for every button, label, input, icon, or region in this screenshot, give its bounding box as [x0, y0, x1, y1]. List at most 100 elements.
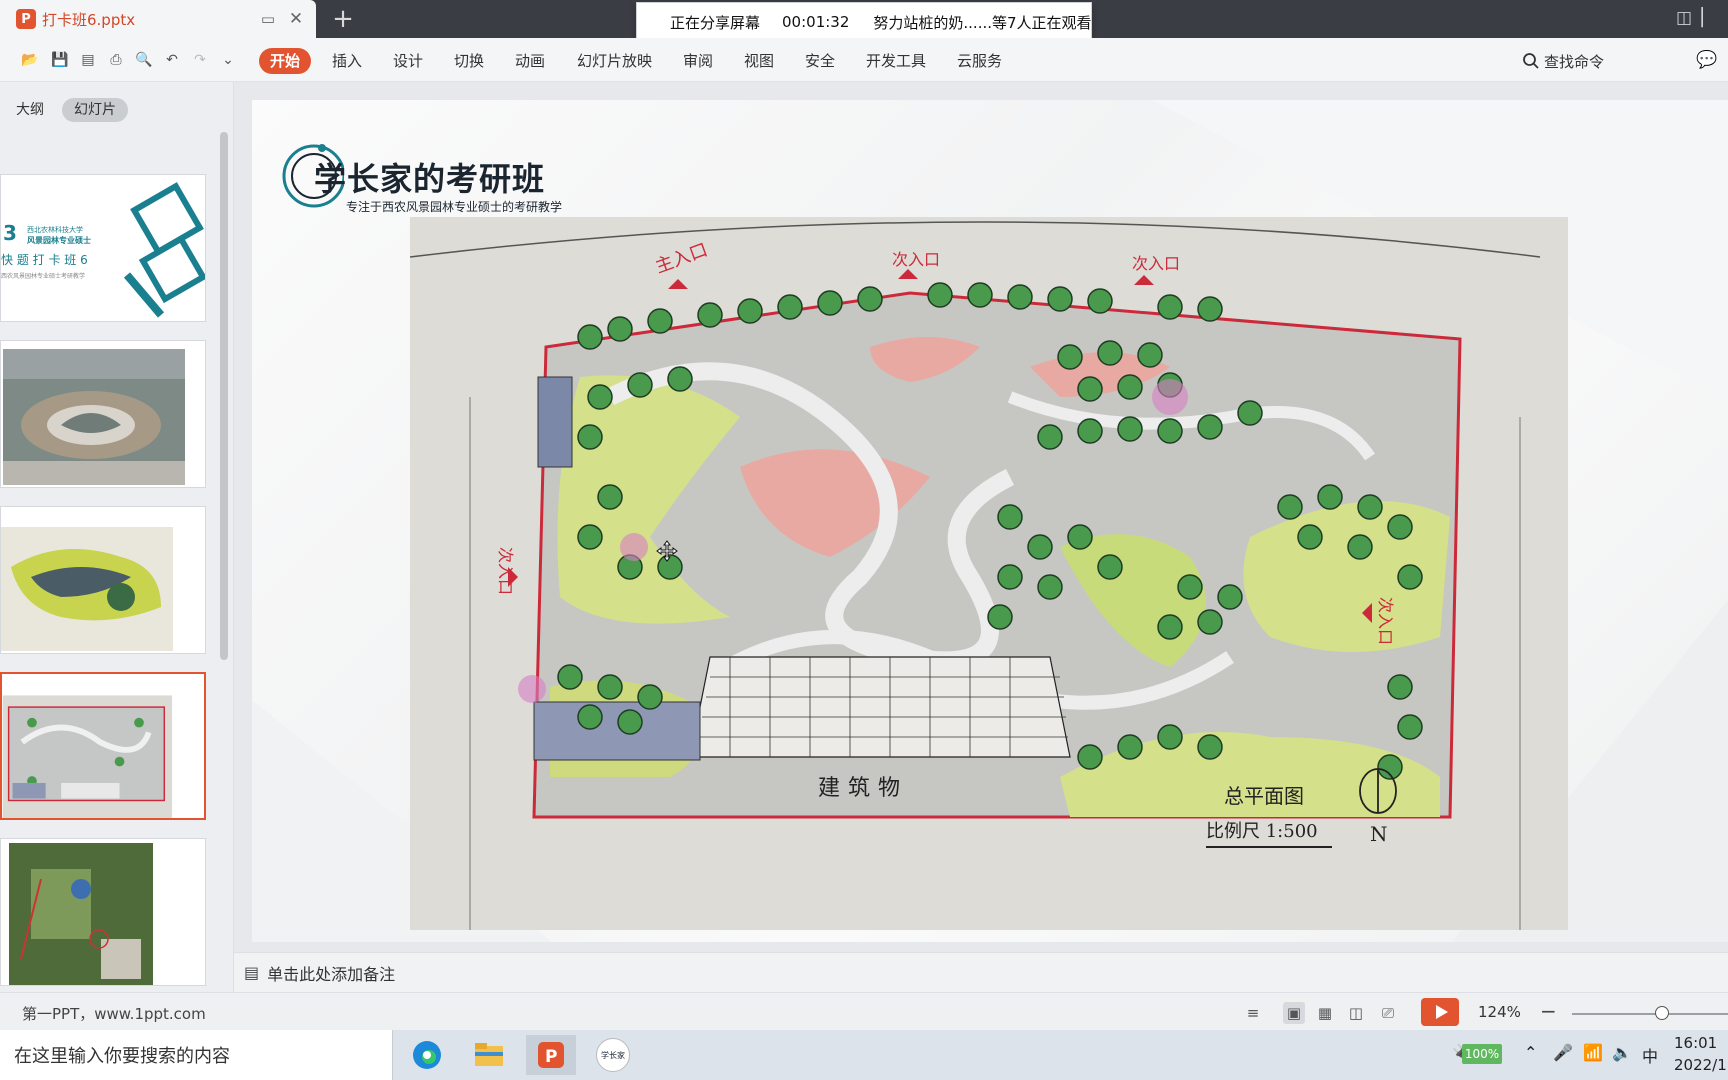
- thumbnail-scrollbar[interactable]: [220, 132, 228, 660]
- slide-thumbnail-panel: 大纲 幻灯片 3 西北农林科技大学 风景园林专业硕士 快 题 打 卡 班 6 西…: [0, 82, 234, 992]
- export-pdf-icon[interactable]: ▤: [78, 50, 98, 70]
- menu-insert[interactable]: 插入: [332, 48, 362, 74]
- meeting-app-label: 学长家: [601, 1050, 625, 1060]
- cover-title: 快 题 打 卡 班 6: [1, 253, 88, 267]
- zoom-out-icon[interactable]: −: [1540, 999, 1557, 1023]
- close-tab-icon[interactable]: ✕: [286, 9, 306, 29]
- entrance-label-3: 次入口: [1132, 254, 1180, 273]
- notes-icon: ▤: [244, 963, 260, 982]
- entrance-label-4: 次入口: [496, 547, 515, 595]
- aerial-photo-thumbnail: [1, 341, 205, 487]
- slide-thumbnail-5[interactable]: [0, 838, 206, 986]
- menu-home[interactable]: 开始: [259, 48, 312, 74]
- brand-logo: 学长家的考研班 专注于西农风景园林专业硕士的考研教学: [280, 136, 590, 218]
- ime-indicator[interactable]: 中: [1642, 1043, 1658, 1067]
- open-file-icon[interactable]: 📂: [20, 50, 40, 70]
- new-tab-button[interactable]: +: [330, 4, 356, 34]
- entrance-label-2: 次入口: [892, 250, 940, 269]
- search-icon: [1523, 53, 1539, 69]
- svg-text:P: P: [545, 1047, 557, 1067]
- print-preview-icon[interactable]: 🔍: [134, 50, 154, 70]
- taskbar-search-placeholder: 在这里输入你要搜索的内容: [14, 1046, 230, 1067]
- notes-placeholder: 单击此处添加备注: [267, 964, 396, 984]
- comment-icon[interactable]: 💬: [1696, 50, 1717, 70]
- share-status: 正在分享屏幕: [670, 13, 761, 32]
- menu-animations[interactable]: 动画: [515, 48, 545, 74]
- plan-thumbnail: [1, 507, 205, 653]
- brand-title: 学长家的考研班: [314, 160, 546, 198]
- battery-indicator[interactable]: 100%: [1462, 1044, 1502, 1064]
- zoom-level[interactable]: 124%: [1478, 1003, 1521, 1021]
- site-photo-thumbnail: [1, 839, 205, 985]
- command-search-label: 查找命令: [1544, 52, 1605, 71]
- tab-slides[interactable]: 幻灯片: [62, 98, 128, 122]
- ribbon: 📂 💾 ▤ ⎙ 🔍 ↶ ↷ ⌄ 开始 插入 设计 切换 动画 幻灯片放映 审阅 …: [0, 38, 1728, 82]
- reading-view-icon[interactable]: ◫: [1345, 1002, 1367, 1024]
- layout-toggle-icon[interactable]: ◫: [1672, 8, 1696, 30]
- current-slide[interactable]: 学长家的考研班 专注于西农风景园林专业硕士的考研教学 主入口 次入口 次入口 次…: [252, 100, 1728, 942]
- meeting-app-icon[interactable]: 学长家: [588, 1035, 638, 1075]
- slide-thumbnail-3[interactable]: [0, 506, 206, 654]
- tab-outline[interactable]: 大纲: [16, 98, 44, 122]
- presentation-taskbar-icon[interactable]: P: [526, 1035, 576, 1075]
- command-search[interactable]: 查找命令: [1522, 48, 1604, 74]
- slide-thumbnail-2[interactable]: [0, 340, 206, 488]
- camera-icon[interactable]: ⎚: [1377, 1002, 1399, 1024]
- building-label: 建筑物: [818, 776, 908, 801]
- menu-review[interactable]: 审阅: [683, 48, 713, 74]
- taskbar-search[interactable]: 在这里输入你要搜索的内容: [0, 1030, 393, 1080]
- menu-slideshow[interactable]: 幻灯片放映: [577, 48, 652, 74]
- print-icon[interactable]: ⎙: [106, 50, 126, 70]
- menu-security[interactable]: 安全: [805, 48, 835, 74]
- menu-view[interactable]: 视图: [744, 48, 774, 74]
- window-mode-icon[interactable]: ▭: [258, 9, 278, 29]
- slide-thumbnail-1[interactable]: 3 西北农林科技大学 风景园林专业硕士 快 题 打 卡 班 6 西农风景园林专业…: [0, 174, 206, 322]
- windows-taskbar: 在这里输入你要搜索的内容 P 学长家 🔌 100% ⌃ 🎤 📶 🔈 中 16:0…: [0, 1030, 1728, 1080]
- menu-developer[interactable]: 开发工具: [866, 48, 926, 74]
- menu-design[interactable]: 设计: [393, 48, 423, 74]
- zoom-slider[interactable]: [1572, 1013, 1728, 1015]
- tray-chevron-icon[interactable]: ⌃: [1524, 1043, 1537, 1062]
- north-label: N: [1370, 822, 1388, 846]
- menu-cloud[interactable]: 云服务: [957, 48, 1002, 74]
- customize-toolbar-icon[interactable]: ⌄: [218, 50, 238, 70]
- microphone-icon[interactable]: 🎤: [1553, 1043, 1573, 1062]
- window-menu-icon[interactable]: ▏: [1696, 8, 1720, 30]
- clock-date: 2022/1: [1674, 1056, 1727, 1074]
- status-bar: 第一PPT，www.1ppt.com ≡ ▣ ▦ ◫ ⎚ 124% −: [0, 992, 1728, 1030]
- play-slideshow-button[interactable]: [1421, 998, 1459, 1026]
- notes-pane[interactable]: ▤ 单击此处添加备注: [234, 952, 1728, 992]
- status-template-text: 第一PPT，www.1ppt.com: [22, 1005, 206, 1023]
- menu-transitions[interactable]: 切换: [454, 48, 484, 74]
- notes-toggle-icon[interactable]: ≡: [1242, 1002, 1264, 1024]
- brand-subtitle: 专注于西农风景园林专业硕士的考研教学: [346, 200, 563, 214]
- presentation-app-icon: P: [16, 9, 36, 29]
- edge-browser-icon[interactable]: [402, 1035, 452, 1075]
- speaker-icon[interactable]: 🔈: [1612, 1043, 1632, 1062]
- title-bar: P 打卡班6.pptx ▭ ✕ + 正在分享屏幕 00:01:32 努力站桩的奶…: [0, 0, 1728, 42]
- file-explorer-icon[interactable]: [464, 1035, 514, 1075]
- share-viewers: 努力站桩的奶......等7人正在观看: [873, 13, 1092, 32]
- zoom-slider-handle[interactable]: [1655, 1006, 1669, 1020]
- save-icon[interactable]: 💾: [50, 50, 70, 70]
- redo-icon[interactable]: ↷: [190, 50, 210, 70]
- system-clock[interactable]: 16:01 2022/1: [1674, 1032, 1727, 1076]
- cover-graphic: [1, 175, 205, 321]
- current-plan-thumbnail: [2, 674, 204, 818]
- screen-share-banner[interactable]: 正在分享屏幕 00:01:32 努力站桩的奶......等7人正在观看: [636, 2, 1092, 42]
- clock-time: 16:01: [1674, 1034, 1718, 1052]
- plan-title-label: 总平面图: [1224, 784, 1304, 808]
- entrance-label-5: 次入口: [1376, 597, 1395, 645]
- landscape-site-plan: 主入口 次入口 次入口 次入口 次入口 建筑物 总平面图 比例尺 1:500 N: [410, 217, 1568, 930]
- cover-year: 3: [3, 221, 17, 245]
- site-plan-drawing: 主入口 次入口 次入口 次入口 次入口 建筑物 总平面图 比例尺 1:500 N: [410, 217, 1568, 930]
- slide-sorter-icon[interactable]: ▦: [1314, 1002, 1336, 1024]
- document-tab[interactable]: P 打卡班6.pptx ▭ ✕: [0, 0, 316, 38]
- slide-thumbnail-4[interactable]: [0, 672, 206, 820]
- share-duration: 00:01:32: [782, 13, 850, 31]
- document-title: 打卡班6.pptx: [42, 10, 136, 29]
- cover-footnote: 西农风景园林专业硕士考研教学: [1, 273, 86, 280]
- undo-icon[interactable]: ↶: [162, 50, 182, 70]
- wifi-icon[interactable]: 📶: [1583, 1043, 1603, 1062]
- normal-view-icon[interactable]: ▣: [1283, 1002, 1305, 1024]
